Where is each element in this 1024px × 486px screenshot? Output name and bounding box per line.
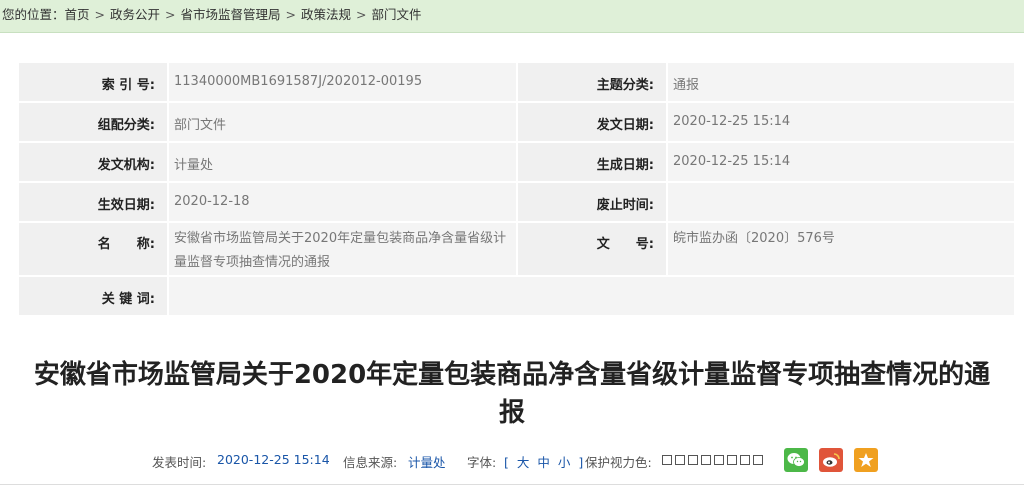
- doc-number-label: 文 号:: [516, 221, 668, 277]
- content-divider: [0, 484, 1024, 485]
- wechat-icon: [787, 453, 805, 467]
- eye-protection-swatches: [662, 455, 763, 465]
- color-swatch[interactable]: [740, 455, 750, 465]
- metadata-row: 生效日期: 2020-12-18 废止时间:: [17, 181, 1016, 223]
- topic-category-value: 通报: [666, 61, 1016, 103]
- publish-time-label: 发表时间:: [152, 455, 207, 470]
- metadata-row: 组配分类: 部门文件 发文日期: 2020-12-25 15:14: [17, 101, 1016, 143]
- breadcrumb-link-home[interactable]: 首页: [65, 7, 90, 22]
- issue-date-value: 2020-12-25 15:14: [666, 101, 1016, 143]
- article-info-bar: 发表时间: 2020-12-25 15:14 信息来源: 计量处 字体: [ 大…: [0, 446, 1024, 476]
- breadcrumb-link-bureau[interactable]: 省市场监督管理局: [181, 7, 281, 22]
- group-category-label: 组配分类:: [17, 101, 169, 143]
- breadcrumb-link-dept-docs[interactable]: 部门文件: [372, 7, 422, 22]
- metadata-row: 发文机构: 计量处 生成日期: 2020-12-25 15:14: [17, 141, 1016, 183]
- metadata-row: 关 键 词:: [17, 275, 1016, 317]
- document-title: 安徽省市场监管局关于2020年定量包装商品净含量省级计量监督专项抽查情况的通报: [33, 360, 991, 428]
- font-size-controls: [ 大 中 小 ]: [502, 452, 585, 471]
- index-number-label: 索 引 号:: [17, 61, 169, 103]
- favorite-button[interactable]: [854, 448, 878, 472]
- keywords-value: [167, 275, 1016, 317]
- metadata-row: 索 引 号: 11340000MB1691587J/202012-00195 主…: [17, 61, 1016, 103]
- created-date-value: 2020-12-25 15:14: [666, 141, 1016, 183]
- issue-date-label: 发文日期:: [516, 101, 668, 143]
- star-icon: [858, 453, 874, 467]
- breadcrumb: 您的位置：首页 > 政务公开 > 省市场监督管理局 > 政策法规 > 部门文件: [0, 0, 1024, 33]
- metadata-row: 名 称: 安徽省市场监管局关于2020年定量包装商品净含量省级计量监督专项抽查情…: [17, 221, 1016, 277]
- issuing-agency-label: 发文机构:: [17, 141, 169, 183]
- group-category-value: 部门文件: [167, 101, 518, 143]
- topic-category-label: 主题分类:: [516, 61, 668, 103]
- font-size-medium-button[interactable]: 中: [537, 455, 550, 470]
- breadcrumb-link-policy[interactable]: 政策法规: [301, 7, 351, 22]
- font-size-small-button[interactable]: 小: [558, 455, 571, 470]
- breadcrumb-separator: >: [94, 7, 106, 22]
- issuing-agency-value: 计量处: [167, 141, 518, 183]
- source-label: 信息来源:: [343, 455, 398, 470]
- breadcrumb-separator: >: [165, 7, 176, 22]
- document-metadata-table: 索 引 号: 11340000MB1691587J/202012-00195 主…: [17, 61, 1016, 317]
- font-bracket-open: [: [504, 455, 509, 470]
- color-swatch[interactable]: [688, 455, 698, 465]
- doc-number-value: 皖市监办函〔2020〕576号: [666, 221, 1016, 277]
- publish-time-value: 2020-12-25 15:14: [217, 452, 330, 467]
- index-number-value: 11340000MB1691587J/202012-00195: [167, 61, 518, 103]
- abolish-time-value: [666, 181, 1016, 223]
- breadcrumb-separator: >: [356, 7, 367, 22]
- breadcrumb-prefix: 您的位置：: [2, 7, 65, 22]
- doc-name-label: 名 称:: [17, 221, 169, 277]
- wechat-share-button[interactable]: [784, 448, 808, 472]
- abolish-time-label: 废止时间:: [516, 181, 668, 223]
- font-size-large-button[interactable]: 大: [517, 455, 530, 470]
- source-value[interactable]: 计量处: [408, 452, 446, 471]
- font-size-label: 字体:: [467, 455, 497, 470]
- color-swatch[interactable]: [675, 455, 685, 465]
- created-date-label: 生成日期:: [516, 141, 668, 183]
- effective-date-value: 2020-12-18: [167, 181, 518, 223]
- color-swatch[interactable]: [727, 455, 737, 465]
- color-swatch[interactable]: [714, 455, 724, 465]
- breadcrumb-separator: >: [285, 7, 297, 22]
- eye-protection-label: 保护视力色:: [585, 455, 652, 470]
- color-swatch[interactable]: [701, 455, 711, 465]
- breadcrumb-link-gov-affairs[interactable]: 政务公开: [110, 7, 160, 22]
- weibo-share-button[interactable]: [819, 448, 843, 472]
- font-bracket-close: ]: [578, 455, 584, 470]
- color-swatch[interactable]: [662, 455, 672, 465]
- effective-date-label: 生效日期:: [17, 181, 169, 223]
- color-swatch[interactable]: [753, 455, 763, 465]
- keywords-label: 关 键 词:: [17, 275, 169, 317]
- doc-name-value: 安徽省市场监管局关于2020年定量包装商品净含量省级计量监督专项抽查情况的通报: [167, 221, 518, 277]
- weibo-icon: [823, 453, 840, 467]
